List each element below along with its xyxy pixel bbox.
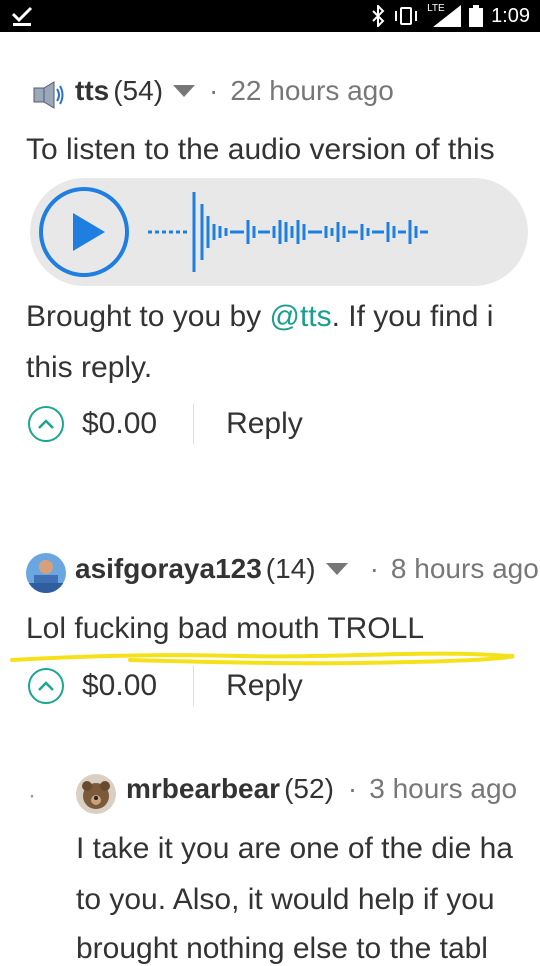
comment-meta: asifgoraya123 (14) · 8 hours ago: [75, 553, 539, 585]
separator-dot: ·: [209, 75, 219, 106]
download-complete-icon: [11, 6, 33, 26]
audio-waveform[interactable]: [144, 186, 514, 278]
author-menu-caret-icon[interactable]: [173, 85, 196, 97]
chevron-up-icon: [38, 419, 54, 429]
author-reputation: (54): [113, 75, 164, 106]
comment-body-line: to you. Also, it would help if you: [76, 883, 495, 916]
upvote-button[interactable]: [28, 668, 64, 704]
payout-amount[interactable]: $0.00: [82, 669, 157, 703]
comment-body-line: brought nothing else to the tabl: [76, 932, 488, 965]
thread-line-dot: ·: [28, 782, 36, 809]
comment-meta: tts (54) · 22 hours ago: [75, 75, 394, 107]
lte-signal-icon: LTE: [427, 3, 462, 27]
comment-body-line: this reply.: [26, 351, 153, 384]
comment-body-line: I take it you are one of the die ha: [76, 832, 513, 865]
divider: [193, 666, 195, 706]
audio-player[interactable]: [30, 178, 528, 286]
status-bar: LTE 1:09: [0, 0, 540, 32]
play-button-icon[interactable]: [38, 186, 130, 278]
upvote-button[interactable]: [28, 406, 64, 442]
speaker-avatar-icon: [33, 81, 64, 109]
comment-body-line: Lol fucking bad mouth TROLL: [26, 612, 425, 645]
chevron-up-icon: [38, 681, 54, 691]
comment-actions: $0.00 Reply: [28, 666, 303, 706]
author-name[interactable]: tts: [75, 75, 109, 107]
comment-time[interactable]: 3 hours ago: [369, 773, 517, 805]
clock: 1:09: [491, 4, 530, 27]
bluetooth-icon: [372, 5, 385, 27]
author-reputation: (14): [265, 553, 316, 584]
reply-button[interactable]: Reply: [226, 669, 303, 703]
battery-icon: [469, 5, 484, 27]
tts-mention-link[interactable]: @tts: [270, 300, 332, 333]
author-reputation: (52): [284, 773, 334, 804]
reply-button[interactable]: Reply: [226, 407, 303, 441]
author-name[interactable]: asifgoraya123: [75, 553, 262, 585]
comment-body-line: To listen to the audio version of this: [26, 133, 495, 166]
comment-actions: $0.00 Reply: [28, 404, 303, 444]
avatar[interactable]: [76, 774, 116, 814]
vibrate-icon: [395, 7, 418, 25]
comment-meta: mrbearbear (52) · 3 hours ago: [126, 773, 517, 805]
separator-dot: ·: [369, 553, 379, 584]
author-name[interactable]: mrbearbear: [126, 773, 280, 805]
payout-amount[interactable]: $0.00: [82, 407, 157, 441]
comment-time[interactable]: 8 hours ago: [391, 553, 539, 585]
divider: [193, 404, 195, 444]
author-menu-caret-icon[interactable]: [325, 563, 348, 575]
separator-dot: ·: [347, 773, 358, 804]
comment-time[interactable]: 22 hours ago: [230, 75, 393, 107]
comment-body-line: Brought to you by @tts. If you find i: [26, 300, 494, 333]
avatar[interactable]: [26, 553, 66, 593]
